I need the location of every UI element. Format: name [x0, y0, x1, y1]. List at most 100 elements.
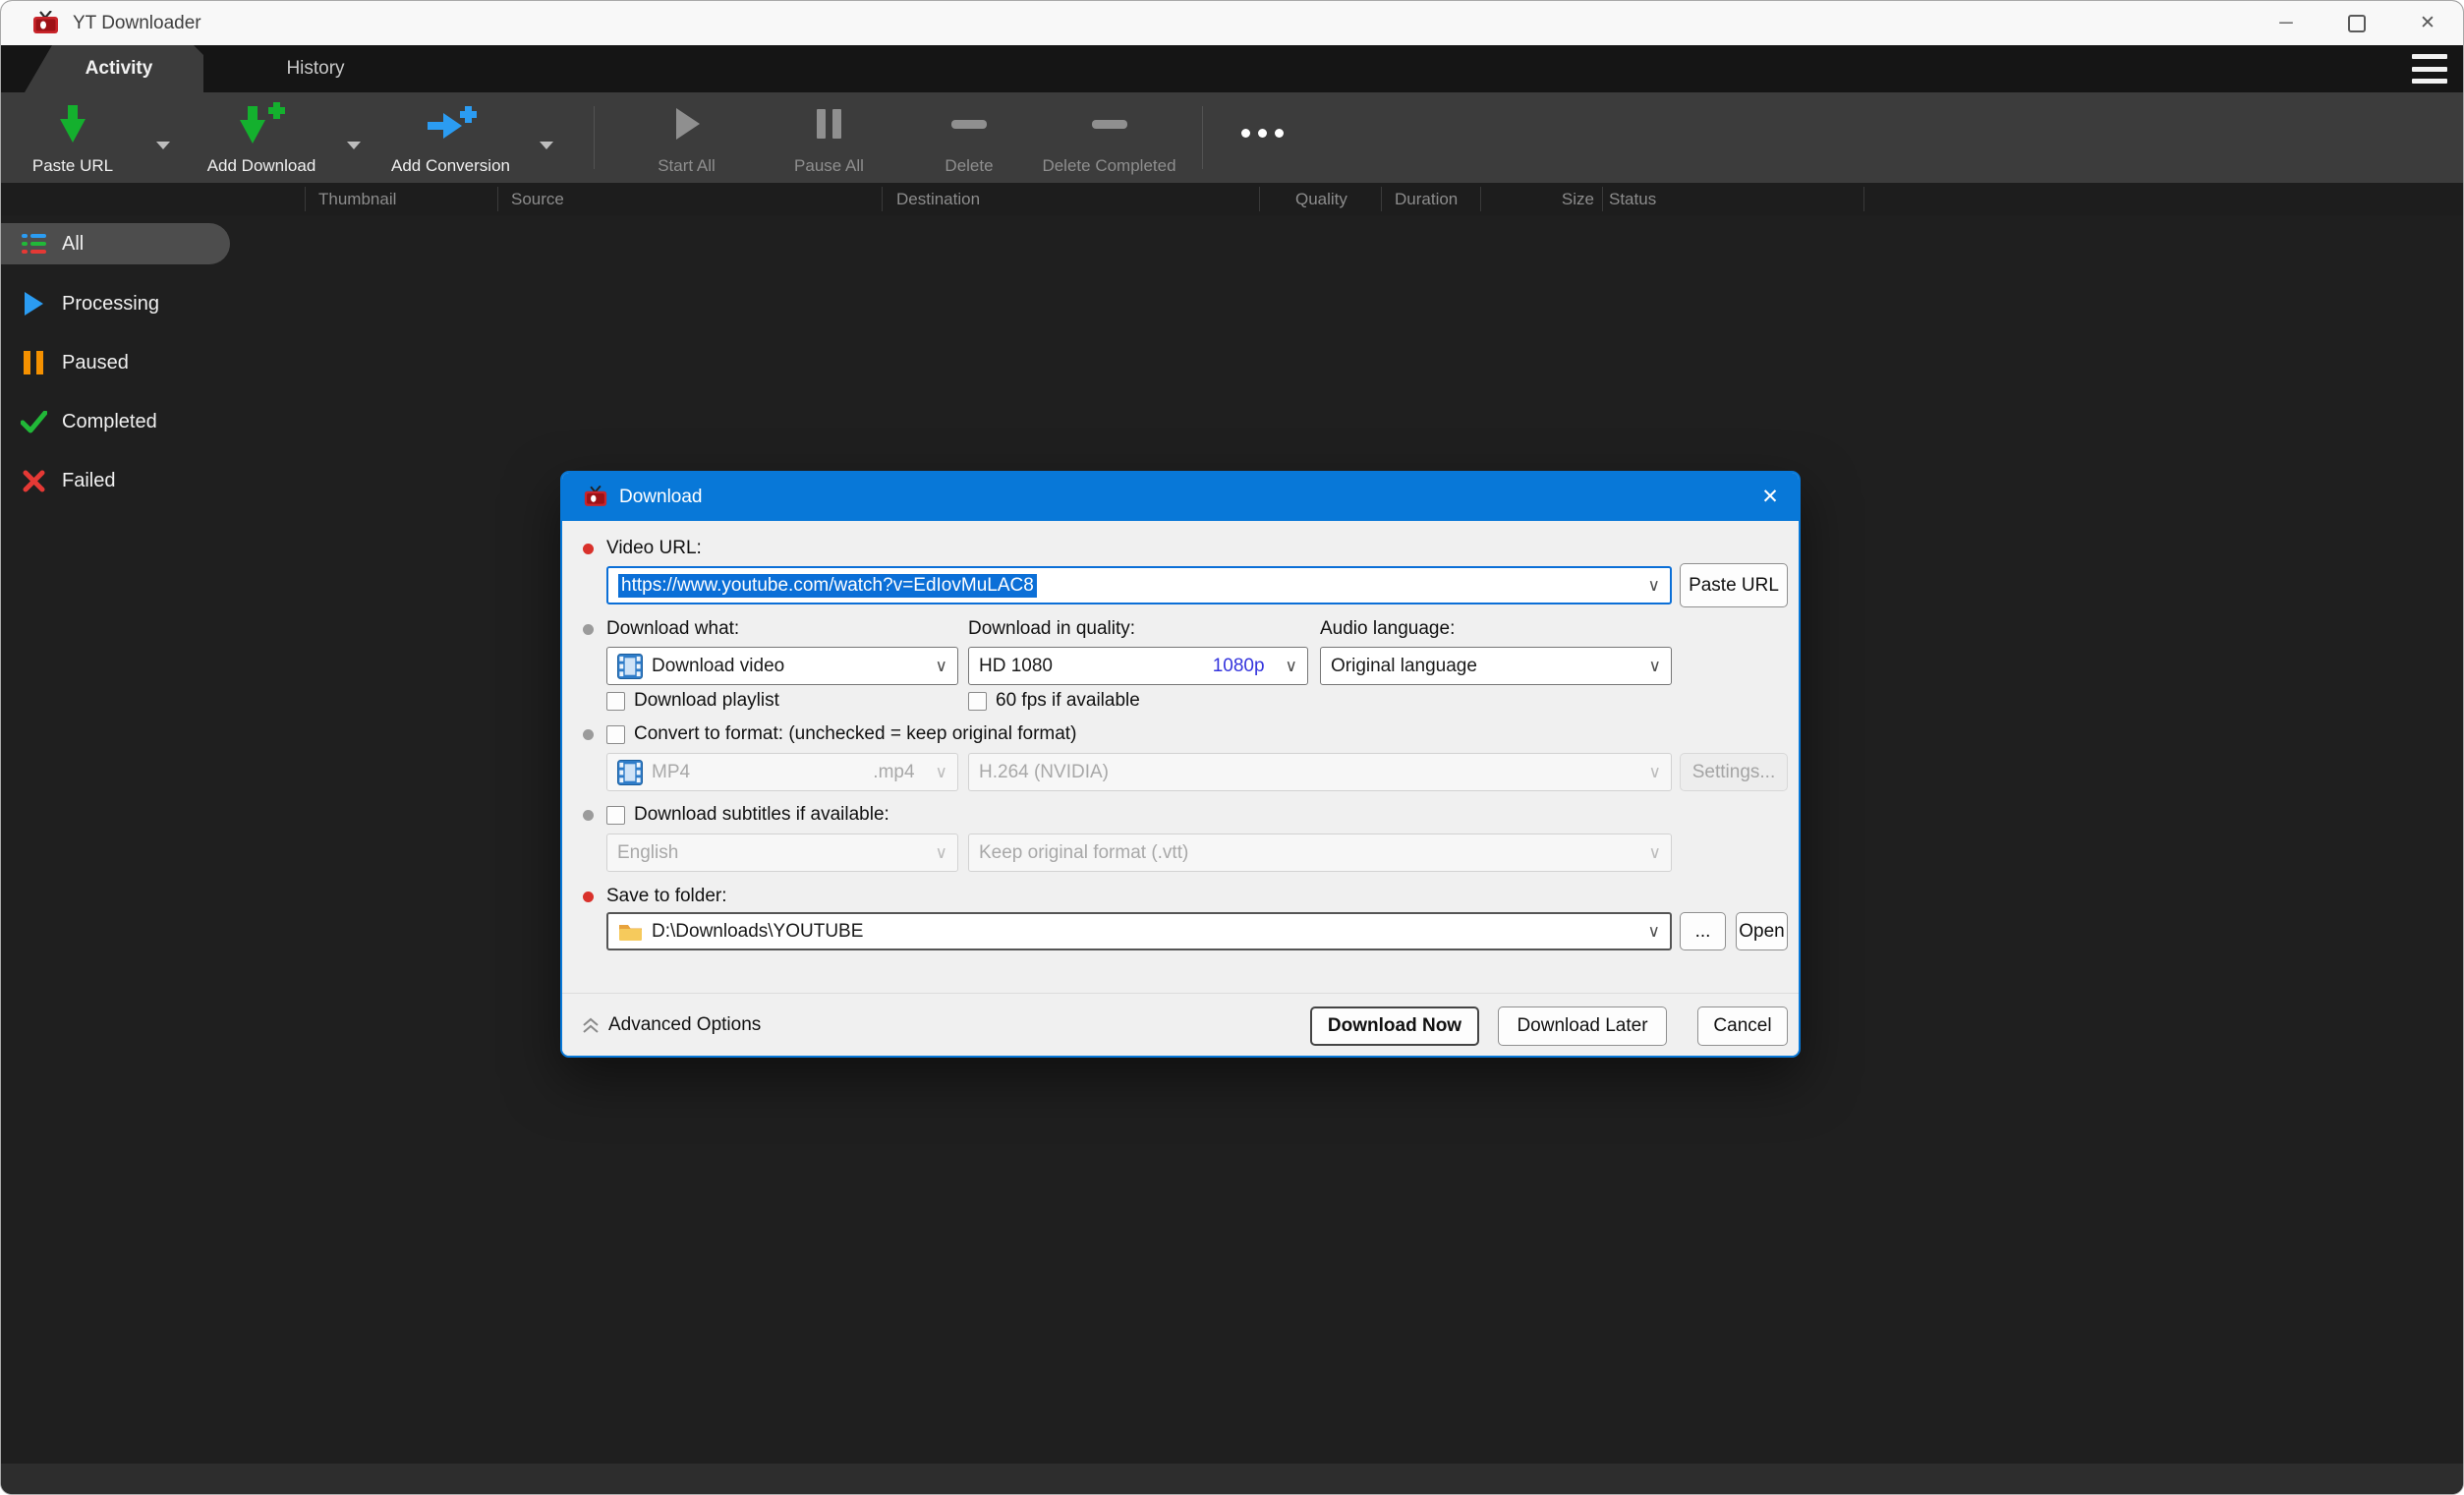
chevron-down-icon: ∨: [936, 763, 947, 782]
tab-activity-label: Activity: [86, 58, 153, 80]
chevron-down-icon[interactable]: ∨: [1648, 922, 1660, 942]
browse-folder-button[interactable]: ...: [1680, 912, 1726, 950]
convert-extension: .mp4: [873, 762, 914, 783]
add-download-icon: [238, 101, 285, 146]
caret-down-icon: [540, 142, 553, 149]
download-now-button[interactable]: Download Now: [1310, 1006, 1479, 1046]
delete-completed-icon: [1092, 101, 1127, 146]
subtitle-language-select[interactable]: English ∨: [606, 834, 958, 872]
subtitles-label: Download subtitles if available:: [634, 804, 889, 826]
column-header-size[interactable]: Size: [1515, 183, 1594, 215]
close-icon: ✕: [2420, 12, 2435, 34]
pause-all-button[interactable]: Pause All: [777, 101, 881, 176]
delete-completed-button[interactable]: Delete Completed: [1028, 101, 1190, 176]
chevron-down-icon[interactable]: ∨: [936, 657, 947, 676]
column-header-status[interactable]: Status: [1609, 183, 1656, 215]
convert-format-checkbox[interactable]: Convert to format: (unchecked = keep ori…: [606, 723, 1076, 745]
sidebar-item-processing[interactable]: Processing: [1, 283, 230, 324]
convert-format-label: Convert to format: (unchecked = keep ori…: [634, 723, 1076, 745]
advanced-options-label: Advanced Options: [608, 1014, 761, 1036]
film-icon: [617, 654, 643, 679]
required-marker: [583, 891, 594, 902]
subtitles-checkbox[interactable]: Download subtitles if available:: [606, 804, 889, 826]
subtitle-format-value: Keep original format (.vtt): [979, 842, 1188, 864]
all-filter-icon: [19, 234, 48, 254]
quality-badge: 1080p: [1213, 656, 1265, 677]
audio-language-label: Audio language:: [1320, 618, 1455, 640]
settings-button[interactable]: Settings...: [1680, 753, 1788, 791]
chevron-down-icon: ∨: [1649, 843, 1661, 863]
minimize-button[interactable]: ─: [2251, 1, 2321, 45]
more-options-button[interactable]: [1241, 129, 1284, 138]
paused-icon: [19, 351, 48, 374]
dialog-close-button[interactable]: ✕: [1751, 480, 1789, 513]
video-url-value: https://www.youtube.com/watch?v=EdIovMuL…: [618, 574, 1037, 598]
cancel-button[interactable]: Cancel: [1697, 1006, 1788, 1046]
quality-label: Download in quality:: [968, 618, 1135, 640]
advanced-options-toggle[interactable]: Advanced Options: [582, 1014, 761, 1036]
fps-checkbox[interactable]: 60 fps if available: [968, 690, 1140, 712]
sidebar-item-completed[interactable]: Completed: [1, 401, 230, 442]
add-download-button[interactable]: Add Download: [198, 101, 325, 176]
paste-url-dialog-button[interactable]: Paste URL: [1680, 563, 1788, 607]
column-header-destination[interactable]: Destination: [896, 183, 980, 215]
chevron-down-icon[interactable]: ∨: [1286, 657, 1297, 676]
paste-url-button[interactable]: Paste URL: [19, 101, 127, 176]
pause-all-icon: [817, 101, 841, 146]
download-what-label: Download what:: [606, 618, 739, 640]
tab-history[interactable]: History: [203, 45, 428, 92]
sidebar-item-all[interactable]: All: [1, 223, 230, 264]
audio-language-value: Original language: [1331, 656, 1477, 677]
maximize-button[interactable]: [2321, 1, 2392, 45]
add-conversion-button[interactable]: Add Conversion: [379, 101, 522, 176]
close-button[interactable]: ✕: [2392, 1, 2463, 45]
close-icon: ✕: [1761, 485, 1779, 509]
download-what-select[interactable]: Download video ∨: [606, 647, 958, 685]
tab-bar: Activity History: [1, 45, 2463, 92]
delete-button[interactable]: Delete: [920, 101, 1018, 176]
sidebar-item-paused[interactable]: Paused: [1, 342, 230, 383]
checkbox-box: [968, 692, 987, 711]
checkbox-box: [606, 725, 625, 744]
subtitle-language-value: English: [617, 842, 678, 864]
sidebar-item-failed[interactable]: Failed: [1, 460, 230, 501]
download-playlist-label: Download playlist: [634, 690, 779, 712]
chevron-down-icon[interactable]: ∨: [1648, 576, 1660, 596]
quality-select[interactable]: HD 1080 1080p ∨: [968, 647, 1308, 685]
column-header-quality[interactable]: Quality: [1295, 183, 1347, 215]
paste-url-dropdown[interactable]: [156, 142, 170, 151]
column-header-duration[interactable]: Duration: [1395, 183, 1458, 215]
column-header-source[interactable]: Source: [511, 183, 564, 215]
toolbar-separator: [1202, 106, 1203, 169]
required-marker: [583, 544, 594, 554]
convert-format-value: MP4: [652, 762, 690, 783]
save-folder-select[interactable]: D:\Downloads\YOUTUBE ∨: [606, 912, 1672, 950]
chevron-down-icon[interactable]: ∨: [1649, 657, 1661, 676]
start-all-button[interactable]: Start All: [635, 101, 738, 176]
dialog-tv-icon: [584, 486, 607, 508]
tab-activity[interactable]: Activity: [25, 45, 203, 92]
fps-label: 60 fps if available: [996, 690, 1140, 712]
delete-icon: [951, 101, 987, 146]
add-download-dropdown[interactable]: [347, 142, 361, 151]
optional-marker: [583, 729, 594, 740]
dialog-title: Download: [619, 487, 703, 508]
menu-icon[interactable]: [2412, 54, 2447, 84]
add-conversion-dropdown[interactable]: [540, 142, 553, 151]
codec-select[interactable]: H.264 (NVIDIA) ∨: [968, 753, 1672, 791]
download-later-button[interactable]: Download Later: [1498, 1006, 1667, 1046]
open-folder-button[interactable]: Open: [1736, 912, 1788, 950]
audio-language-select[interactable]: Original language ∨: [1320, 647, 1672, 685]
download-playlist-checkbox[interactable]: Download playlist: [606, 690, 779, 712]
subtitle-format-select[interactable]: Keep original format (.vtt) ∨: [968, 834, 1672, 872]
minimize-icon: ─: [2279, 13, 2292, 34]
paste-url-icon: [58, 101, 87, 146]
add-conversion-icon: [426, 101, 477, 146]
app-tv-icon: [32, 11, 59, 35]
checkbox-box: [606, 806, 625, 825]
video-url-input[interactable]: https://www.youtube.com/watch?v=EdIovMuL…: [606, 566, 1672, 604]
convert-format-select[interactable]: MP4 .mp4 ∨: [606, 753, 958, 791]
column-header-thumbnail[interactable]: Thumbnail: [318, 183, 396, 215]
save-folder-label: Save to folder:: [606, 886, 727, 907]
quality-value: HD 1080: [979, 656, 1053, 677]
